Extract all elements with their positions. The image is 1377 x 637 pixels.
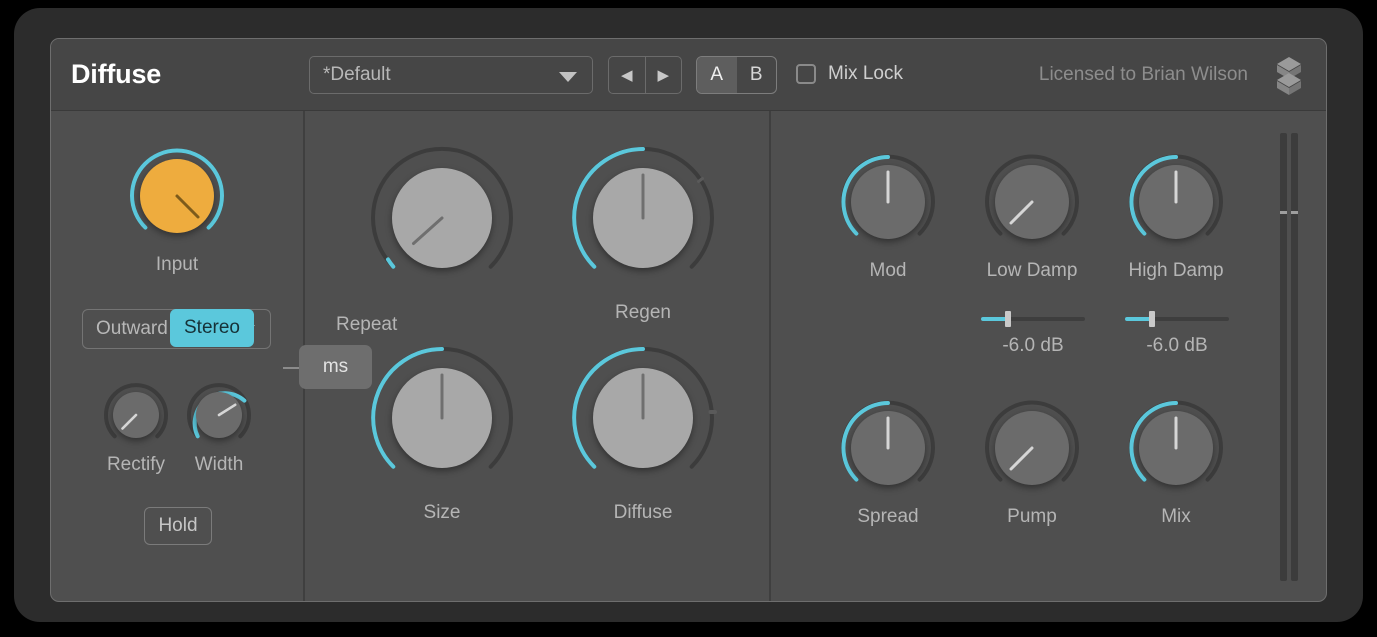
- meter-bar-left: [1280, 133, 1287, 581]
- knob-low-damp[interactable]: Low Damp: [979, 149, 1085, 282]
- knob-rectify-label: Rectify: [107, 454, 165, 476]
- ab-button-b[interactable]: B: [737, 57, 777, 93]
- high-damp-value: -6.0 dB: [1113, 335, 1241, 357]
- knob-input-label: Input: [156, 254, 198, 276]
- knob-mod[interactable]: Mod: [835, 149, 941, 282]
- mix-lock-checkbox[interactable]: [796, 64, 816, 84]
- knob-input-pointer: [124, 143, 230, 249]
- knob-diffuse-label: Diffuse: [614, 502, 673, 524]
- stereo-output-meter[interactable]: [1280, 133, 1302, 581]
- knob-rectify[interactable]: Rectify: [102, 381, 170, 476]
- knob-repeat-label: Repeat: [336, 314, 397, 336]
- mode-dropdown-label: Outward: [96, 318, 168, 340]
- knob-spread-pointer: [835, 395, 941, 501]
- preset-dropdown-label: *Default: [323, 64, 391, 86]
- knob-high-damp-pointer: [1123, 149, 1229, 255]
- license-text: Licensed to Brian Wilson: [1039, 64, 1248, 86]
- preset-nav-group: ◀ ▶: [608, 56, 682, 94]
- knob-mod-pointer: [835, 149, 941, 255]
- knob-regen[interactable]: Regen: [564, 139, 722, 324]
- knob-spread-label: Spread: [857, 506, 918, 528]
- knob-width[interactable]: Width: [185, 381, 253, 476]
- knob-input[interactable]: Input: [124, 143, 230, 276]
- knob-high-damp-label: High Damp: [1128, 260, 1223, 282]
- mix-lock-label: Mix Lock: [828, 63, 903, 85]
- knob-mix-pointer: [1123, 395, 1229, 501]
- plugin-inner-panel: Diffuse *Default ◀ ▶ A B Mix Lock Licens…: [50, 38, 1327, 602]
- high-damp-slider[interactable]: [1125, 311, 1229, 327]
- meter-peak-tick-left: [1280, 211, 1287, 214]
- preset-next-button[interactable]: ▶: [646, 57, 682, 93]
- low-damp-value: -6.0 dB: [969, 335, 1097, 357]
- preset-dropdown[interactable]: *Default: [309, 56, 593, 94]
- knob-pump-pointer: [979, 395, 1085, 501]
- knob-width-label: Width: [195, 454, 244, 476]
- knob-pump-label: Pump: [1007, 506, 1057, 528]
- hold-button[interactable]: Hold: [144, 507, 212, 545]
- brand-hexagon-logo-icon: [1272, 56, 1306, 96]
- low-damp-slider[interactable]: [981, 311, 1085, 327]
- knob-low-damp-pointer: [979, 149, 1085, 255]
- knob-size-label: Size: [424, 502, 461, 524]
- low-damp-slider-fill: [981, 317, 1007, 321]
- ab-button-a[interactable]: A: [697, 57, 737, 93]
- knob-regen-pointer: [564, 139, 722, 297]
- knob-size-pointer: [363, 339, 521, 497]
- knob-width-pointer: [185, 381, 253, 449]
- meter-bar-right: [1291, 133, 1298, 581]
- low-damp-slider-handle[interactable]: [1005, 311, 1011, 327]
- knob-pump[interactable]: Pump: [979, 395, 1085, 528]
- panel-divider-right: [769, 111, 771, 602]
- meter-peak-tick-right: [1291, 211, 1298, 214]
- knob-mix[interactable]: Mix: [1123, 395, 1229, 528]
- knob-rectify-pointer: [102, 381, 170, 449]
- stereo-button[interactable]: Stereo: [170, 309, 254, 347]
- page-title: Diffuse: [71, 59, 161, 90]
- knob-diffuse[interactable]: Diffuse: [564, 339, 722, 524]
- chevron-down-icon: [559, 72, 577, 82]
- knob-regen-label: Regen: [615, 302, 671, 324]
- knob-repeat[interactable]: Repeat: [363, 139, 521, 297]
- plugin-window: Diffuse *Default ◀ ▶ A B Mix Lock Licens…: [14, 8, 1363, 622]
- preset-prev-button[interactable]: ◀: [609, 57, 646, 93]
- knob-repeat-pointer: [363, 139, 521, 297]
- body-area: Input Outward: [51, 111, 1326, 602]
- knob-low-damp-label: Low Damp: [987, 260, 1078, 282]
- repeat-unit-button[interactable]: ms: [299, 345, 372, 389]
- mix-lock-control[interactable]: Mix Lock: [796, 63, 903, 85]
- ab-compare-group: A B: [696, 56, 777, 94]
- high-damp-slider-handle[interactable]: [1149, 311, 1155, 327]
- header-bar: Diffuse *Default ◀ ▶ A B Mix Lock Licens…: [51, 39, 1326, 111]
- knob-mod-label: Mod: [870, 260, 907, 282]
- knob-high-damp[interactable]: High Damp: [1123, 149, 1229, 282]
- knob-size[interactable]: Size: [363, 339, 521, 524]
- knob-spread[interactable]: Spread: [835, 395, 941, 528]
- high-damp-slider-fill: [1125, 317, 1151, 321]
- knob-diffuse-pointer: [564, 339, 722, 497]
- knob-mix-label: Mix: [1161, 506, 1191, 528]
